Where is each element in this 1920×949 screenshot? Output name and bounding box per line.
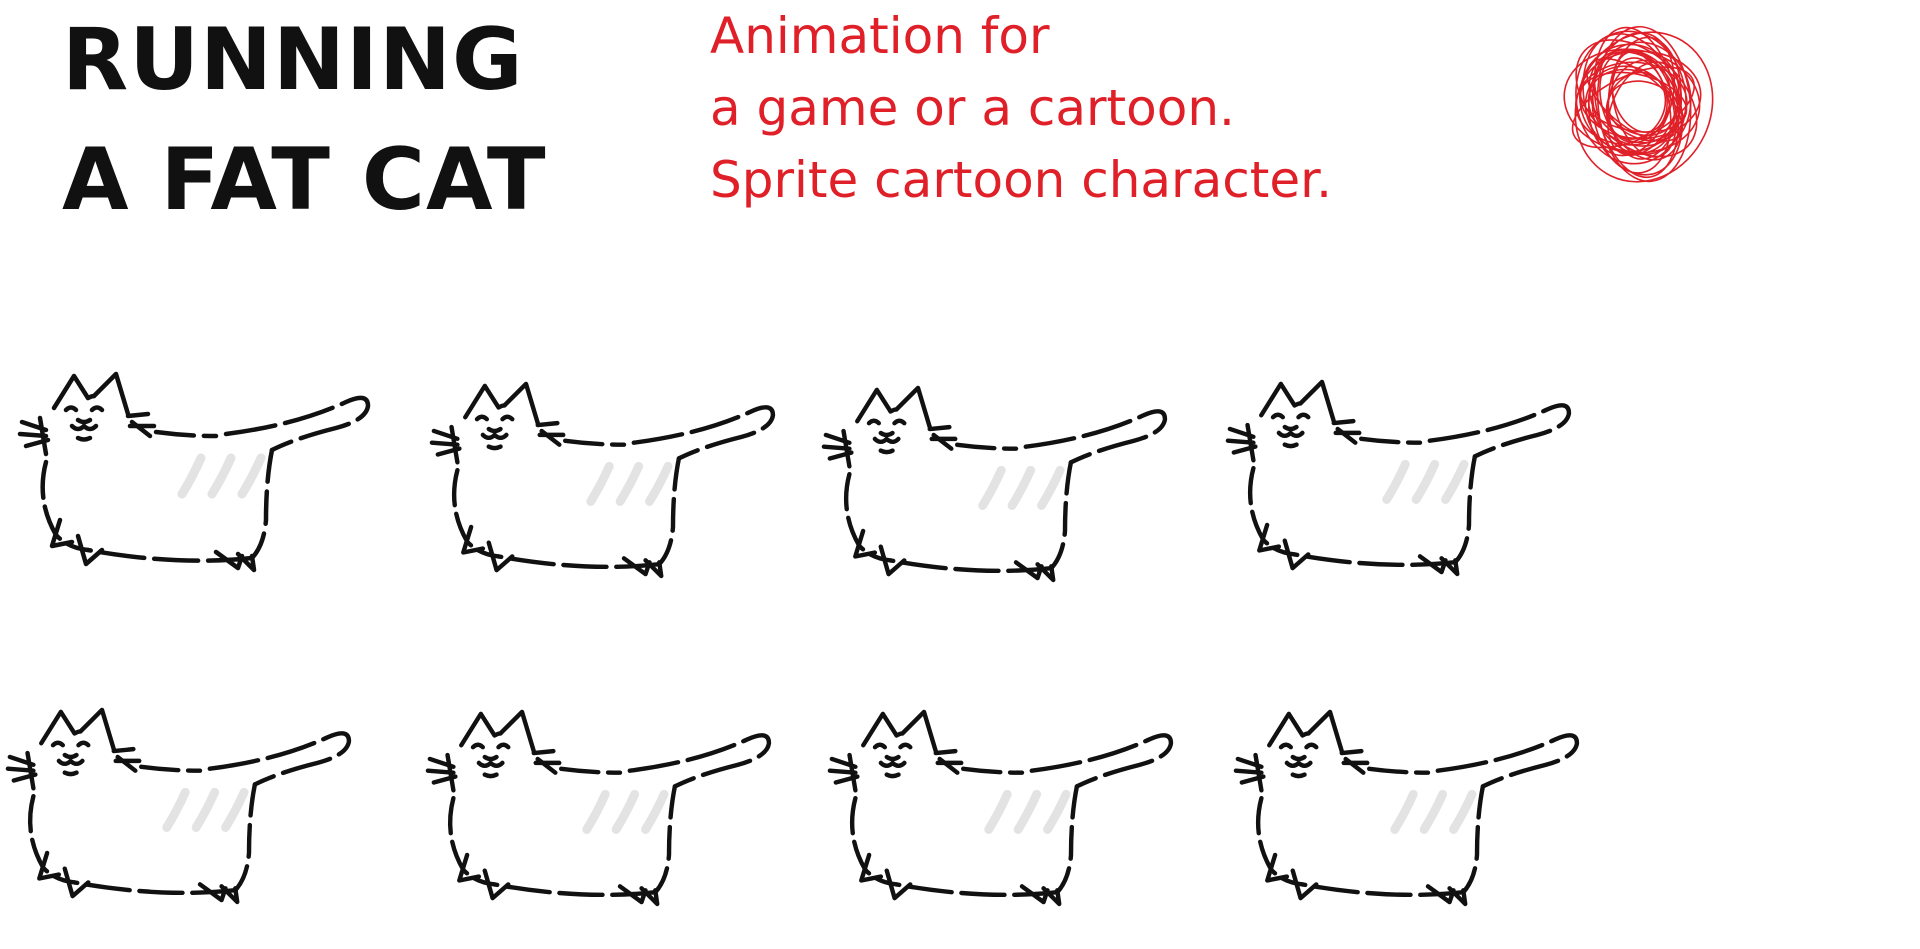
sprite-frame — [824, 388, 1165, 580]
sprite-sheet — [0, 0, 1920, 949]
sprite-frame — [428, 712, 769, 904]
sprite-frame — [8, 710, 349, 902]
sprite-frame — [1236, 712, 1577, 904]
sprite-frame — [432, 384, 773, 576]
sprite-frame — [830, 712, 1171, 904]
sprite-frame — [20, 374, 368, 570]
sprite-frame — [1228, 382, 1569, 574]
